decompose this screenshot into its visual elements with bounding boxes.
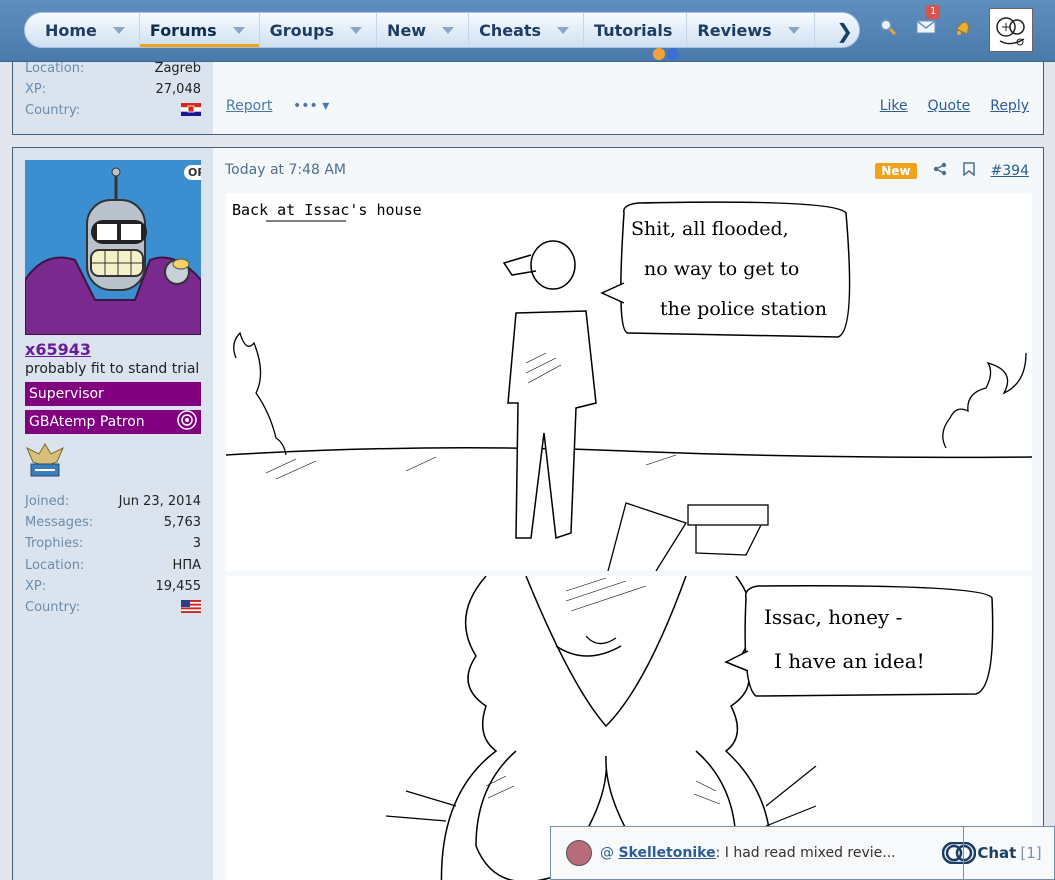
detail-joined: Joined: Jun 23, 2014 xyxy=(25,494,201,509)
caret-down-icon[interactable] xyxy=(112,26,125,34)
post-number-link[interactable]: #394 xyxy=(991,163,1029,179)
caret-down-icon[interactable] xyxy=(232,26,245,34)
bubble-1-line-2: no way to get to xyxy=(644,258,799,280)
chat-bar[interactable]: @ Skelletonike: I had read mixed revie..… xyxy=(550,826,1055,880)
forum-post: OP x65943 probably fit to stand trial Su… xyxy=(12,147,1044,880)
quote-button[interactable]: Quote xyxy=(928,98,971,114)
reaction-icons xyxy=(653,48,679,60)
nav-tab-home[interactable]: Home xyxy=(35,13,140,47)
account-avatar[interactable] xyxy=(989,8,1033,52)
caret-down-icon[interactable] xyxy=(787,26,800,34)
user-sidebar: OP x65943 probably fit to stand trial Su… xyxy=(13,148,213,880)
nav-tab-label: New xyxy=(387,20,427,40)
like-button[interactable]: Like xyxy=(880,98,908,114)
nav-tab-new[interactable]: New xyxy=(377,13,470,47)
chat-username[interactable]: Skelletonike xyxy=(618,845,715,861)
op-badge: OP xyxy=(184,165,201,180)
top-navigation-bar: Home Forums Groups New Cheats Tutorials … xyxy=(0,0,1055,62)
nav-tab-label: Home xyxy=(45,20,97,40)
comic-caption: Back at Issac's house xyxy=(232,201,422,219)
more-options-button[interactable]: ••• ▾ xyxy=(293,98,329,114)
report-link[interactable]: Report xyxy=(226,98,272,114)
reaction-icon xyxy=(653,48,665,60)
usa-flag-icon xyxy=(181,600,201,613)
bubble-2-line-1: Issac, honey - xyxy=(764,605,902,629)
inbox-icon[interactable]: 1 xyxy=(915,5,941,38)
bubble-1-line-1: Shit, all flooded, xyxy=(631,218,789,240)
post-timestamp[interactable]: Today at 7:48 AM xyxy=(225,162,346,178)
detail-trophies: Trophies: 3 xyxy=(25,536,201,551)
reaction-icon xyxy=(667,48,679,60)
detail-country: Country: xyxy=(25,103,201,118)
detail-country: Country: xyxy=(25,600,201,615)
nav-tab-label: Cheats xyxy=(479,20,542,40)
previous-post: Location: Zagreb XP: 27,048 Country: Repor… xyxy=(12,48,1044,135)
caret-down-icon[interactable] xyxy=(350,26,363,34)
nav-scroll-right-icon[interactable]: ❯ xyxy=(836,19,853,43)
nav-tab-cheats[interactable]: Cheats xyxy=(469,13,585,47)
chat-message[interactable]: @ Skelletonike: I had read mixed revie..… xyxy=(600,845,920,861)
nav-tab-label: Groups xyxy=(269,20,335,40)
bookmark-icon[interactable] xyxy=(962,162,975,180)
nav-tab-label: Forums xyxy=(149,20,217,40)
chat-button[interactable]: Chat [1] xyxy=(963,827,1055,879)
supervisor-banner: Supervisor xyxy=(25,382,201,406)
main-nav: Home Forums Groups New Cheats Tutorials … xyxy=(24,12,860,48)
search-icon[interactable] xyxy=(877,16,899,38)
user-avatar[interactable]: OP xyxy=(25,160,201,335)
detail-location: Location: НПА xyxy=(25,558,201,573)
chat-message-text: : I had read mixed revie... xyxy=(715,845,896,861)
chat-user-avatar[interactable] xyxy=(566,840,592,866)
trophy-eagle-icon[interactable] xyxy=(25,440,65,480)
detail-messages: Messages: 5,763 xyxy=(25,515,201,530)
inbox-badge: 1 xyxy=(926,5,941,19)
nav-tab-forums[interactable]: Forums xyxy=(139,13,260,47)
patron-podcast-icon xyxy=(177,410,197,434)
alerts-bell-icon[interactable] xyxy=(953,16,975,38)
user-sidebar: Location: Zagreb XP: 27,048 Country: xyxy=(13,61,213,134)
croatia-flag-icon xyxy=(181,103,201,116)
patron-banner: GBAtemp Patron xyxy=(25,410,201,434)
bubble-1-line-3: the police station xyxy=(660,298,827,320)
nav-tab-label: Reviews xyxy=(697,20,772,40)
bubble-2-line-2: I have an idea! xyxy=(774,649,925,673)
comic-panel-1: Back at Issac's house Shit, all flooded,… xyxy=(226,193,1032,571)
share-icon[interactable] xyxy=(933,162,947,180)
chat-count: [1] xyxy=(1020,844,1042,862)
detail-location: Location: Zagreb xyxy=(25,61,201,76)
nav-tab-label: Tutorials xyxy=(594,20,673,40)
nav-tab-groups[interactable]: Groups xyxy=(260,13,378,47)
username-link[interactable]: x65943 xyxy=(25,340,91,359)
user-title: probably fit to stand trial xyxy=(25,361,200,377)
new-badge: New xyxy=(875,163,917,179)
reply-button[interactable]: Reply xyxy=(990,98,1029,114)
caret-down-icon[interactable] xyxy=(557,26,570,34)
nav-tab-tutorials[interactable]: Tutorials xyxy=(584,13,688,47)
caret-down-icon[interactable] xyxy=(442,26,455,34)
nav-tab-reviews[interactable]: Reviews xyxy=(687,13,815,47)
detail-xp: XP: 27,048 xyxy=(25,82,201,97)
detail-xp: XP: 19,455 xyxy=(25,579,201,594)
